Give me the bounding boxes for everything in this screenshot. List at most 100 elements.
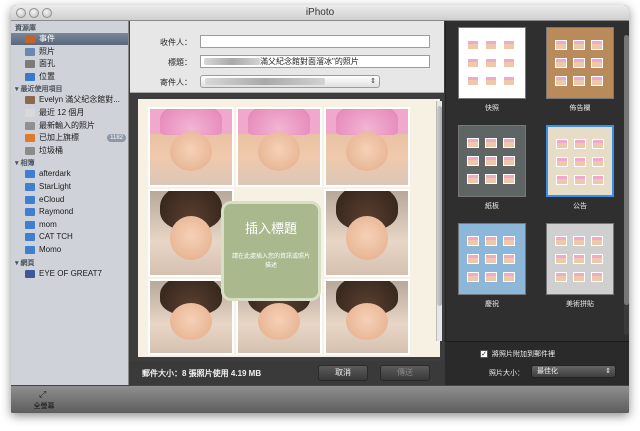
to-field[interactable]: [200, 35, 430, 48]
bottom-toolbar: ⤢ 全螢幕: [11, 385, 629, 413]
template-scroll-thumb[interactable]: [624, 35, 629, 305]
template-mini-photo: [485, 156, 497, 166]
from-popup[interactable]: ⇕: [200, 75, 380, 88]
send-button[interactable]: 傳送: [380, 365, 430, 381]
template-caption: 快照: [485, 105, 499, 112]
sidebar-section-heading[interactable]: ▾ 相簿: [15, 158, 34, 168]
sidebar-item[interactable]: EYE OF GREAT7: [11, 268, 128, 280]
attach-photos-label: 將照片附加到郵件裡: [492, 351, 555, 358]
album-icon: [25, 183, 35, 191]
template-mini-photo: [485, 138, 497, 148]
sidebar-item-label: 照片: [39, 46, 55, 56]
subject-text: 滿父紀念館對面溜冰"的照片: [260, 57, 359, 66]
template-mini-photo: [467, 76, 479, 86]
sidebar-item[interactable]: afterdark: [11, 168, 128, 180]
template-thumbnail[interactable]: 佈告欄: [546, 27, 614, 115]
template-mini-photo: [467, 174, 479, 184]
template-scrollbar[interactable]: [624, 35, 629, 335]
template-mini-photo: [592, 157, 604, 167]
template-mini-photo: [574, 175, 586, 185]
album-icon: [25, 170, 35, 179]
sidebar-item[interactable]: Momo: [11, 244, 128, 256]
template-caption: 慶祝: [485, 301, 499, 308]
cancel-button[interactable]: 取消: [318, 365, 368, 381]
template-thumbnail[interactable]: 慶祝: [458, 223, 526, 311]
description-placeholder[interactable]: 請在此處插入您的資訊或照片描述: [232, 252, 310, 270]
template-mini-photo: [592, 175, 604, 185]
sidebar-item[interactable]: 已加上旗標 1182: [11, 132, 128, 144]
sidebar-item[interactable]: Raymond: [11, 206, 128, 218]
photo-3[interactable]: [324, 107, 410, 187]
composer-footer: 郵件大小：8 張照片使用 4.19 MB 取消 傳送: [130, 361, 444, 385]
attach-photos-checkbox[interactable]: ✓: [480, 350, 488, 358]
template-thumbnail[interactable]: 美術拼貼: [546, 223, 614, 311]
template-mini-photo: [503, 76, 515, 86]
photo-size-value: 最佳化: [537, 368, 558, 375]
photo-8[interactable]: [324, 279, 410, 355]
sidebar-item[interactable]: 事件: [11, 33, 128, 45]
template-mini-photo: [503, 174, 515, 184]
sidebar-item[interactable]: 面孔: [11, 58, 128, 70]
facebook-icon: [25, 269, 35, 278]
photo-1[interactable]: [148, 107, 234, 187]
photo-2[interactable]: [236, 107, 322, 187]
template-mini-photo: [467, 40, 479, 50]
template-mini-photo: [503, 58, 515, 68]
template-mini-photo: [467, 138, 479, 148]
sidebar-item[interactable]: 最近 12 個月: [11, 107, 128, 119]
template-mini-photo: [485, 76, 497, 86]
calendar-icon: [25, 109, 35, 117]
fullscreen-button[interactable]: ⤢ 全螢幕: [31, 389, 57, 411]
sidebar-item-label: 最新輸入的照片: [39, 120, 95, 130]
sidebar-item[interactable]: eCloud: [11, 194, 128, 206]
sidebar-item[interactable]: CAT TCH: [11, 231, 128, 243]
sidebar-item[interactable]: 位置: [11, 71, 128, 83]
template-thumbnail[interactable]: 快照: [458, 27, 526, 115]
sidebar-item[interactable]: 最新輸入的照片: [11, 120, 128, 132]
trash-icon: [25, 146, 35, 155]
photo-size-select[interactable]: 最佳化 ⇕: [531, 365, 616, 378]
sidebar-item-label: EYE OF GREAT7: [39, 268, 102, 278]
template-mini-photo: [573, 58, 585, 68]
template-caption: 佈告欄: [569, 105, 591, 112]
subject-label: 標題：: [168, 58, 192, 67]
sidebar-item-label: 垃圾桶: [39, 145, 63, 155]
events-icon: [25, 35, 35, 43]
template-thumbnail[interactable]: 公告: [546, 125, 614, 213]
sidebar-section-heading[interactable]: 資源庫: [15, 23, 36, 33]
preview-scrollbar[interactable]: [436, 101, 442, 341]
sidebar-section-heading[interactable]: ▾ 最近使用項目: [15, 84, 62, 94]
preview-scroll-thumb[interactable]: [437, 106, 442, 306]
sidebar-section-heading[interactable]: ▾ 網頁: [15, 258, 34, 268]
redacted-sender: [205, 78, 325, 85]
photo-5[interactable]: [324, 189, 410, 277]
sidebar-item[interactable]: mom: [11, 219, 128, 231]
sidebar-item[interactable]: Evelyn 滿父紀念館對...: [11, 94, 128, 106]
template-mini-photo: [467, 254, 479, 264]
album-icon: [25, 246, 35, 254]
template-mini-photo: [555, 254, 567, 264]
template-mini-photo: [591, 76, 603, 86]
template-mini-photo: [503, 254, 515, 264]
template-mini-photo: [573, 236, 585, 246]
email-composer: 收件人： 標題： 滿父紀念館對面溜冰"的照片 寄件人： ⇕ 插入標題 請在此處插…: [130, 21, 444, 385]
title-placeholder[interactable]: 插入標題: [224, 218, 318, 237]
template-mini-photo: [573, 272, 585, 282]
template-preview-image: [546, 223, 614, 295]
photo-size-label: 照片大小：: [489, 370, 524, 377]
template-preview-image: [546, 125, 614, 197]
template-mini-photo: [573, 76, 585, 86]
sidebar-item[interactable]: StarLight: [11, 181, 128, 193]
fullscreen-label: 全螢幕: [33, 403, 55, 410]
template-mini-photo: [556, 175, 568, 185]
template-thumbnail[interactable]: 紙板: [458, 125, 526, 213]
title-card[interactable]: 插入標題 請在此處插入您的資訊或照片描述: [221, 201, 321, 301]
album-icon: [25, 195, 35, 204]
subject-field[interactable]: 滿父紀念館對面溜冰"的照片: [200, 55, 430, 68]
sidebar-item[interactable]: 照片: [11, 46, 128, 58]
window-title: iPhoto: [305, 7, 335, 18]
template-mini-photo: [573, 254, 585, 264]
sidebar-item[interactable]: 垃圾桶: [11, 145, 128, 157]
template-preview-image: [546, 27, 614, 99]
template-mini-photo: [485, 174, 497, 184]
